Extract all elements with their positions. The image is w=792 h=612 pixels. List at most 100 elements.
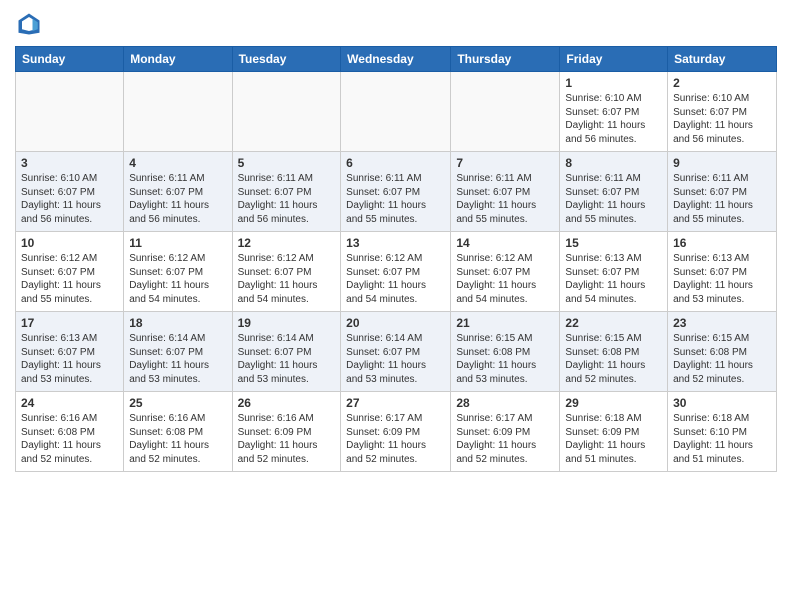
calendar-cell: 11Sunrise: 6:12 AM Sunset: 6:07 PM Dayli… (124, 232, 232, 312)
day-number: 16 (673, 236, 771, 250)
calendar-week-row: 1 Sunrise: 6:10 AM Sunset: 6:07 PM Daylig… (16, 72, 777, 152)
day-number: 23 (673, 316, 771, 330)
calendar-cell: 14 Sunrise: 6:12 AM Sunset: 6:07 PM Dayli… (451, 232, 560, 312)
day-info: Sunrise: 6:14 AM Sunset: 6:07 PM Dayligh… (238, 332, 336, 386)
day-number: 2 (673, 76, 771, 90)
calendar-cell: 4 Sunrise: 6:11 AM Sunset: 6:07 PM Daylig… (124, 152, 232, 232)
col-header-friday: Friday (560, 47, 668, 72)
day-info: Sunrise: 6:17 AM Sunset: 6:09 PM Dayligh… (456, 412, 554, 466)
calendar-cell: 18 Sunrise: 6:14 AM Sunset: 6:07 PM Dayli… (124, 312, 232, 392)
calendar-cell: 15 Sunrise: 6:13 AM Sunset: 6:07 PM Dayli… (560, 232, 668, 312)
day-info: Sunrise: 6:16 AM Sunset: 6:08 PM Dayligh… (129, 412, 226, 466)
calendar-cell: 13 Sunrise: 6:12 AM Sunset: 6:07 PM Dayli… (341, 232, 451, 312)
day-info: Sunrise: 6:10 AM Sunset: 6:07 PM Dayligh… (21, 172, 118, 226)
calendar-cell: 12 Sunrise: 6:12 AM Sunset: 6:07 PM Dayli… (232, 232, 341, 312)
day-info: Sunrise: 6:11 AM Sunset: 6:07 PM Dayligh… (456, 172, 554, 226)
day-number: 29 (565, 396, 662, 410)
col-header-monday: Monday (124, 47, 232, 72)
day-info: Sunrise: 6:15 AM Sunset: 6:08 PM Dayligh… (673, 332, 771, 386)
day-number: 26 (238, 396, 336, 410)
day-number: 13 (346, 236, 445, 250)
col-header-thursday: Thursday (451, 47, 560, 72)
day-info: Sunrise: 6:12 AM Sunset: 6:07 PM Dayligh… (346, 252, 445, 306)
calendar-cell: 3 Sunrise: 6:10 AM Sunset: 6:07 PM Daylig… (16, 152, 124, 232)
day-number: 4 (129, 156, 226, 170)
calendar-cell: 20 Sunrise: 6:14 AM Sunset: 6:07 PM Dayli… (341, 312, 451, 392)
calendar-cell: 1 Sunrise: 6:10 AM Sunset: 6:07 PM Daylig… (560, 72, 668, 152)
calendar-cell: 22 Sunrise: 6:15 AM Sunset: 6:08 PM Dayli… (560, 312, 668, 392)
day-info: Sunrise: 6:11 AM Sunset: 6:07 PM Dayligh… (346, 172, 445, 226)
day-number: 15 (565, 236, 662, 250)
day-info: Sunrise: 6:14 AM Sunset: 6:07 PM Dayligh… (346, 332, 445, 386)
calendar-cell: 30 Sunrise: 6:18 AM Sunset: 6:10 PM Dayli… (668, 392, 777, 472)
calendar-cell: 7 Sunrise: 6:11 AM Sunset: 6:07 PM Daylig… (451, 152, 560, 232)
calendar-cell (451, 72, 560, 152)
day-number: 9 (673, 156, 771, 170)
day-number: 12 (238, 236, 336, 250)
day-number: 1 (565, 76, 662, 90)
day-info: Sunrise: 6:15 AM Sunset: 6:08 PM Dayligh… (565, 332, 662, 386)
calendar-cell: 28 Sunrise: 6:17 AM Sunset: 6:09 PM Dayli… (451, 392, 560, 472)
col-header-wednesday: Wednesday (341, 47, 451, 72)
day-info: Sunrise: 6:10 AM Sunset: 6:07 PM Dayligh… (565, 92, 662, 146)
day-info: Sunrise: 6:11 AM Sunset: 6:07 PM Dayligh… (129, 172, 226, 226)
calendar-cell: 6Sunrise: 6:11 AM Sunset: 6:07 PM Daylig… (341, 152, 451, 232)
calendar-cell: 26Sunrise: 6:16 AM Sunset: 6:09 PM Dayli… (232, 392, 341, 472)
day-info: Sunrise: 6:11 AM Sunset: 6:07 PM Dayligh… (565, 172, 662, 226)
day-number: 28 (456, 396, 554, 410)
calendar-week-row: 17Sunrise: 6:13 AM Sunset: 6:07 PM Dayli… (16, 312, 777, 392)
calendar-week-row: 24 Sunrise: 6:16 AM Sunset: 6:08 PM Dayli… (16, 392, 777, 472)
day-info: Sunrise: 6:12 AM Sunset: 6:07 PM Dayligh… (238, 252, 336, 306)
calendar-cell: 17Sunrise: 6:13 AM Sunset: 6:07 PM Dayli… (16, 312, 124, 392)
day-info: Sunrise: 6:11 AM Sunset: 6:07 PM Dayligh… (238, 172, 336, 226)
calendar-cell: 16 Sunrise: 6:13 AM Sunset: 6:07 PM Dayli… (668, 232, 777, 312)
day-number: 20 (346, 316, 445, 330)
calendar-table: SundayMondayTuesdayWednesdayThursdayFrid… (15, 46, 777, 472)
day-number: 24 (21, 396, 118, 410)
logo (15, 10, 47, 38)
calendar-cell (232, 72, 341, 152)
day-number: 27 (346, 396, 445, 410)
calendar-header-row: SundayMondayTuesdayWednesdayThursdayFrid… (16, 47, 777, 72)
calendar-cell: 21Sunrise: 6:15 AM Sunset: 6:08 PM Dayli… (451, 312, 560, 392)
day-number: 18 (129, 316, 226, 330)
day-info: Sunrise: 6:15 AM Sunset: 6:08 PM Dayligh… (456, 332, 554, 386)
col-header-sunday: Sunday (16, 47, 124, 72)
day-info: Sunrise: 6:12 AM Sunset: 6:07 PM Dayligh… (21, 252, 118, 306)
day-number: 30 (673, 396, 771, 410)
logo-icon (15, 10, 43, 38)
day-number: 22 (565, 316, 662, 330)
calendar-cell: 19Sunrise: 6:14 AM Sunset: 6:07 PM Dayli… (232, 312, 341, 392)
calendar-cell: 10 Sunrise: 6:12 AM Sunset: 6:07 PM Dayli… (16, 232, 124, 312)
calendar-cell: 5 Sunrise: 6:11 AM Sunset: 6:07 PM Daylig… (232, 152, 341, 232)
day-info: Sunrise: 6:17 AM Sunset: 6:09 PM Dayligh… (346, 412, 445, 466)
day-number: 14 (456, 236, 554, 250)
day-info: Sunrise: 6:18 AM Sunset: 6:10 PM Dayligh… (673, 412, 771, 466)
calendar-cell: 8 Sunrise: 6:11 AM Sunset: 6:07 PM Daylig… (560, 152, 668, 232)
calendar-week-row: 3 Sunrise: 6:10 AM Sunset: 6:07 PM Daylig… (16, 152, 777, 232)
day-info: Sunrise: 6:10 AM Sunset: 6:07 PM Dayligh… (673, 92, 771, 146)
day-number: 7 (456, 156, 554, 170)
calendar-cell: 29 Sunrise: 6:18 AM Sunset: 6:09 PM Dayli… (560, 392, 668, 472)
calendar-cell: 2 Sunrise: 6:10 AM Sunset: 6:07 PM Daylig… (668, 72, 777, 152)
day-info: Sunrise: 6:12 AM Sunset: 6:07 PM Dayligh… (129, 252, 226, 306)
page: SundayMondayTuesdayWednesdayThursdayFrid… (0, 0, 792, 612)
day-number: 10 (21, 236, 118, 250)
calendar-week-row: 10 Sunrise: 6:12 AM Sunset: 6:07 PM Dayli… (16, 232, 777, 312)
day-info: Sunrise: 6:13 AM Sunset: 6:07 PM Dayligh… (565, 252, 662, 306)
header (15, 10, 777, 38)
day-info: Sunrise: 6:16 AM Sunset: 6:08 PM Dayligh… (21, 412, 118, 466)
calendar-cell (341, 72, 451, 152)
day-number: 5 (238, 156, 336, 170)
day-info: Sunrise: 6:12 AM Sunset: 6:07 PM Dayligh… (456, 252, 554, 306)
day-number: 3 (21, 156, 118, 170)
day-number: 25 (129, 396, 226, 410)
day-info: Sunrise: 6:14 AM Sunset: 6:07 PM Dayligh… (129, 332, 226, 386)
day-number: 8 (565, 156, 662, 170)
calendar-cell (124, 72, 232, 152)
day-info: Sunrise: 6:18 AM Sunset: 6:09 PM Dayligh… (565, 412, 662, 466)
day-info: Sunrise: 6:13 AM Sunset: 6:07 PM Dayligh… (673, 252, 771, 306)
calendar-cell: 9Sunrise: 6:11 AM Sunset: 6:07 PM Daylig… (668, 152, 777, 232)
calendar-cell (16, 72, 124, 152)
calendar-cell: 25 Sunrise: 6:16 AM Sunset: 6:08 PM Dayli… (124, 392, 232, 472)
